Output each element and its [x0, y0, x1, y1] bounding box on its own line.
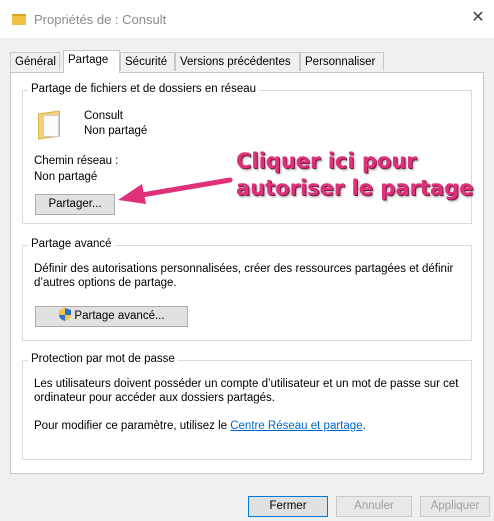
share-status: Non partagé: [84, 125, 148, 137]
tab-security[interactable]: Sécurité: [120, 52, 175, 71]
tab-general[interactable]: Général: [10, 52, 60, 71]
title-bar: Propriétés de : Consult ✕: [0, 0, 494, 38]
network-sharing-title: Partage de fichiers et de dossiers en ré…: [28, 83, 260, 95]
folder-icon: [12, 14, 26, 25]
modify-setting-suffix: .: [362, 420, 366, 432]
modify-setting-prefix: Pour modifier ce paramètre, utilisez le: [34, 420, 231, 432]
advanced-sharing-button[interactable]: Partage avancé...: [35, 306, 188, 327]
password-protection-title: Protection par mot de passe: [28, 353, 178, 365]
advanced-sharing-description: Définir des autorisations personnalisées…: [34, 263, 454, 289]
password-protection-description: Les utilisateurs doivent posséder un com…: [34, 378, 459, 404]
window-title: Propriétés de : Consult: [34, 12, 167, 27]
folder-name: Consult: [84, 110, 123, 122]
uac-shield-icon: [59, 308, 72, 321]
close-icon[interactable]: ✕: [468, 8, 488, 28]
folder-icon: [38, 110, 68, 140]
modify-setting-text: Pour modifier ce paramètre, utilisez le …: [34, 420, 366, 432]
password-protection-group: Protection par mot de passe: [22, 353, 472, 460]
network-path-label: Chemin réseau :: [34, 155, 119, 167]
advanced-sharing-button-label: Partage avancé...: [74, 310, 165, 322]
close-button[interactable]: Fermer: [248, 496, 328, 517]
apply-button[interactable]: Appliquer: [420, 496, 490, 517]
cancel-button[interactable]: Annuler: [336, 496, 412, 517]
network-sharing-center-link[interactable]: Centre Réseau et partage: [230, 420, 362, 432]
annotation-line-1: Cliquer ici pour: [236, 149, 417, 173]
annotation-line-2: autoriser le partage: [236, 176, 474, 200]
advanced-sharing-title: Partage avancé: [28, 238, 115, 250]
annotation-text: Cliquer ici pour autoriser le partage: [236, 148, 486, 202]
tab-sharing[interactable]: Partage: [63, 50, 120, 73]
share-button[interactable]: Partager...: [35, 194, 115, 215]
network-path-value: Non partagé: [34, 171, 98, 183]
tab-customize[interactable]: Personnaliser: [300, 52, 384, 71]
tab-previous-versions[interactable]: Versions précédentes: [175, 52, 300, 71]
annotation-arrow-icon: [118, 177, 233, 204]
